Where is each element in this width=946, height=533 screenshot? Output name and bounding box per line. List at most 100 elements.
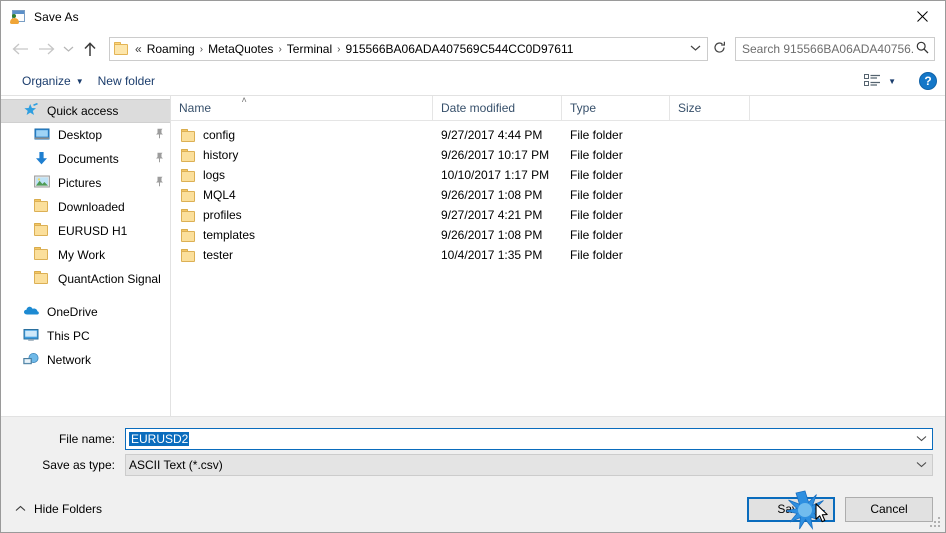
column-header-type[interactable]: Type <box>562 95 670 121</box>
file-type-cell: File folder <box>570 228 623 242</box>
sidebar-item-quantaction-signal[interactable]: QuantAction Signal <box>1 267 170 291</box>
resize-grip-icon[interactable] <box>930 517 942 529</box>
file-name-cell: config <box>171 128 433 142</box>
file-name-cell: history <box>171 148 433 162</box>
sidebar-item-documents[interactable]: Documents <box>1 147 170 171</box>
chevron-down-icon[interactable] <box>685 44 705 55</box>
breadcrumb-separator-icon[interactable]: › <box>198 44 205 55</box>
folder-icon <box>181 248 196 262</box>
sidebar-item-this-pc[interactable]: This PC <box>1 324 170 348</box>
sidebar-item-quick-access[interactable]: Quick access <box>1 99 170 123</box>
column-header-name[interactable]: Name ˄ <box>171 95 433 121</box>
chevron-down-icon: ▼ <box>888 77 896 86</box>
breadcrumb: « Roaming › MetaQuotes › Terminal › 9155… <box>133 42 685 56</box>
pin-icon[interactable] <box>152 152 166 166</box>
refresh-icon[interactable] <box>708 41 730 57</box>
close-icon[interactable] <box>899 1 945 31</box>
save-button[interactable]: Save <box>747 496 835 522</box>
table-row[interactable]: config 9/27/2017 4:44 PM File folder <box>171 125 945 145</box>
search-box[interactable]: Search 915566BA06ADA40756... <box>735 37 935 61</box>
dialog-body: Quick access Desktop Documents Pictures … <box>1 95 945 417</box>
file-type-cell: File folder <box>570 208 623 222</box>
folder-icon <box>181 128 196 142</box>
chevron-down-icon[interactable] <box>910 460 932 471</box>
file-date-cell: 9/26/2017 10:17 PM <box>441 148 550 162</box>
breadcrumb-item-terminal-id[interactable]: 915566BA06ADA407569C544CC0D97611 <box>342 42 576 56</box>
sidebar-item-pictures[interactable]: Pictures <box>1 171 170 195</box>
breadcrumb-overflow[interactable]: « <box>133 42 144 56</box>
organize-label: Organize <box>22 73 71 88</box>
star-pin-icon <box>23 102 40 119</box>
folder-icon <box>34 247 51 263</box>
file-name-value[interactable]: EURUSD2 <box>129 432 910 446</box>
title-bar: Save As <box>1 1 945 32</box>
save-as-type-label: Save as type: <box>42 458 115 472</box>
sidebar-item-my-work[interactable]: My Work <box>1 243 170 267</box>
breadcrumb-item-terminal[interactable]: Terminal <box>284 42 335 56</box>
back-arrow-icon[interactable] <box>7 36 33 62</box>
table-row[interactable]: profiles 9/27/2017 4:21 PM File folder <box>171 205 945 225</box>
save-as-type-row: Save as type: ASCII Text (*.csv) <box>13 454 933 476</box>
address-bar[interactable]: « Roaming › MetaQuotes › Terminal › 9155… <box>109 37 708 61</box>
up-arrow-icon[interactable] <box>77 36 103 62</box>
view-mode-button[interactable]: ▼ <box>859 71 901 90</box>
table-row[interactable]: history 9/26/2017 10:17 PM File folder <box>171 145 945 165</box>
forward-arrow-icon[interactable] <box>33 36 59 62</box>
file-name-row: File name: EURUSD2 <box>13 428 933 450</box>
navigation-pane: Quick access Desktop Documents Pictures … <box>1 96 171 416</box>
organize-button[interactable]: Organize ▼ <box>15 71 91 91</box>
pin-icon[interactable] <box>152 128 166 142</box>
file-name-label: templates <box>203 228 256 242</box>
file-name-cell: logs <box>171 168 433 182</box>
table-row[interactable]: templates 9/26/2017 1:08 PM File folder <box>171 225 945 245</box>
hide-folders-label: Hide Folders <box>34 502 103 516</box>
file-name-label: config <box>203 128 236 142</box>
column-header-label: Name <box>179 101 212 115</box>
sidebar-item-label: OneDrive <box>47 305 98 319</box>
sidebar-item-desktop[interactable]: Desktop <box>1 123 170 147</box>
table-row[interactable]: logs 10/10/2017 1:17 PM File folder <box>171 165 945 185</box>
cancel-button[interactable]: Cancel <box>845 496 933 522</box>
search-input[interactable]: Search 915566BA06ADA40756... <box>742 42 914 56</box>
file-name-label: logs <box>203 168 226 182</box>
sidebar-item-label: My Work <box>58 248 106 262</box>
help-button[interactable]: ? <box>919 71 937 90</box>
file-name-label: tester <box>203 248 234 262</box>
this-pc-icon <box>23 328 40 344</box>
breadcrumb-separator-icon[interactable]: › <box>335 44 342 55</box>
sidebar-item-eurusd-h1[interactable]: EURUSD H1 <box>1 219 170 243</box>
recent-locations-chevron-icon[interactable] <box>59 36 77 62</box>
search-icon[interactable] <box>914 41 930 57</box>
column-header-size[interactable]: Size <box>670 95 750 121</box>
table-row[interactable]: MQL4 9/26/2017 1:08 PM File folder <box>171 185 945 205</box>
sidebar-item-label: EURUSD H1 <box>58 224 128 238</box>
sidebar-item-onedrive[interactable]: OneDrive <box>1 300 170 324</box>
file-name-cell: templates <box>171 228 433 242</box>
breadcrumb-separator-icon[interactable]: › <box>276 44 283 55</box>
table-row[interactable]: tester 10/4/2017 1:35 PM File folder <box>171 245 945 265</box>
file-name-input[interactable]: EURUSD2 <box>125 428 933 450</box>
file-type-cell: File folder <box>570 188 623 202</box>
save-as-type-value: ASCII Text (*.csv) <box>129 458 223 472</box>
sidebar-item-label: QuantAction Signal <box>58 272 161 286</box>
sidebar-item-label: Downloaded <box>58 200 125 214</box>
file-date-cell: 10/4/2017 1:35 PM <box>441 248 543 262</box>
sidebar-item-downloaded[interactable]: Downloaded <box>1 195 170 219</box>
breadcrumb-item-roaming[interactable]: Roaming <box>144 42 198 56</box>
pin-icon[interactable] <box>152 176 166 190</box>
sidebar-item-network[interactable]: Network <box>1 348 170 372</box>
save-as-type-select[interactable]: ASCII Text (*.csv) <box>125 454 933 476</box>
hide-folders-button[interactable]: Hide Folders <box>11 498 106 520</box>
sidebar-item-label: This PC <box>47 329 90 343</box>
folder-icon <box>114 42 130 56</box>
column-header-label: Type <box>570 101 597 115</box>
column-header-date-modified[interactable]: Date modified <box>433 95 562 121</box>
command-bar: Organize ▼ New folder ▼ ? <box>1 66 945 96</box>
breadcrumb-item-metaquotes[interactable]: MetaQuotes <box>205 42 276 56</box>
file-name-label: MQL4 <box>203 188 236 202</box>
chevron-down-icon[interactable] <box>910 434 932 445</box>
file-name-selected-text[interactable]: EURUSD2 <box>129 432 190 446</box>
new-folder-button[interactable]: New folder <box>91 71 162 91</box>
new-folder-label: New folder <box>97 73 155 88</box>
